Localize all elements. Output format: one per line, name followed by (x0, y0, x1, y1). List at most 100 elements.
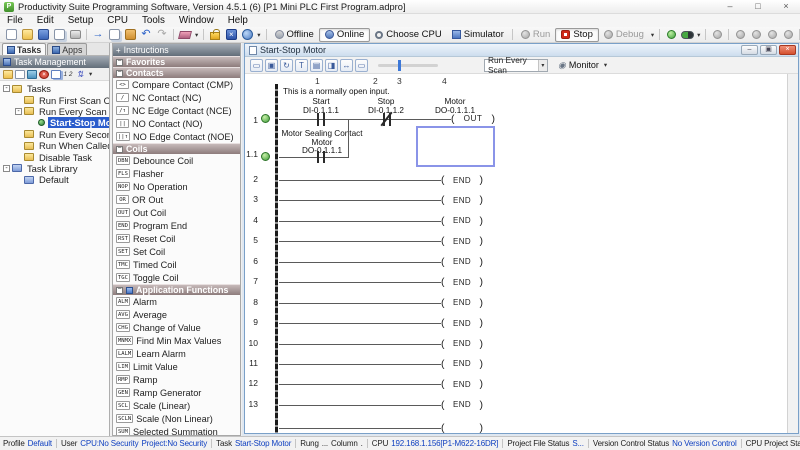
page-view-icon[interactable]: ▭ (355, 59, 368, 72)
ladder-rung[interactable]: 10 END (245, 334, 787, 354)
end-coil[interactable]: END (441, 174, 483, 186)
fit-width-icon[interactable]: ↔ (340, 59, 353, 72)
cross-reference-icon[interactable] (239, 28, 255, 42)
zoom-slider-handle[interactable] (398, 60, 401, 71)
end-coil[interactable]: END (441, 276, 483, 288)
add-task-folder-icon[interactable] (3, 70, 13, 79)
end-coil[interactable]: END (441, 256, 483, 268)
instruction-item[interactable]: FLS Flasher (113, 167, 240, 180)
rung-comment-icon[interactable]: ▤ (310, 59, 323, 72)
paste-icon[interactable] (122, 28, 138, 42)
no-contact-symbol[interactable] (323, 113, 325, 126)
instruction-item[interactable]: NOP No Operation (113, 180, 240, 193)
section-contacts[interactable]: − Contacts (113, 67, 240, 78)
end-coil[interactable]: END (441, 338, 483, 350)
tree-expander-icon[interactable]: - (15, 108, 22, 115)
monitor-caret-icon[interactable]: ▾ (602, 61, 609, 69)
transfer-icon[interactable]: → (90, 28, 106, 42)
ladder-rung[interactable]: 5 END (245, 231, 787, 251)
connection-status-icon[interactable] (663, 28, 679, 42)
ladder-rung[interactable]: 8 END (245, 293, 787, 313)
instruction-item[interactable]: DBN Debounce Coil (113, 154, 240, 167)
tree-item[interactable]: - Run Every Second (0, 129, 109, 140)
reorder-tasks-icon[interactable]: ⇅ (75, 70, 85, 79)
ladder-canvas[interactable]: 1 2 3 4 1 This is a normally open input.… (245, 74, 798, 433)
redo-icon[interactable]: ↷ (154, 28, 170, 42)
instruction-item[interactable]: ∕↑ NC Edge Contact (NCE) (113, 104, 240, 117)
undo-icon[interactable]: ↶ (138, 28, 154, 42)
instruction-item[interactable]: LALM Learn Alarm (113, 347, 240, 360)
instruction-item[interactable]: || NO Contact (NO) (113, 117, 240, 130)
ladder-rung[interactable]: 3 END (245, 190, 787, 210)
tree-item[interactable]: - Tasks (0, 83, 109, 94)
instruction-item[interactable]: END Program End (113, 219, 240, 232)
end-coil[interactable]: END (441, 358, 483, 370)
no-contact-symbol[interactable] (317, 151, 319, 163)
sort-tasks-icon[interactable]: 1 2 (63, 70, 73, 79)
menu-item[interactable]: Setup (61, 15, 101, 26)
collapse-icon[interactable]: − (116, 70, 123, 77)
instruction-item[interactable]: TMC Timed Coil (113, 258, 240, 271)
offline-button[interactable]: Offline (270, 28, 319, 42)
ladder-restore-icon[interactable]: ▣ (760, 45, 777, 55)
menu-item[interactable]: Tools (135, 15, 172, 26)
instruction-item[interactable]: OR OR Out (113, 193, 240, 206)
instruction-item[interactable]: TGC Toggle Coil (113, 271, 240, 284)
copy-task-icon[interactable] (51, 70, 61, 79)
end-coil[interactable]: END (441, 194, 483, 206)
choose-cpu-button[interactable]: Choose CPU (370, 28, 446, 42)
instruction-item[interactable]: RMP Ramp (113, 373, 240, 386)
online-button[interactable]: Online (319, 28, 370, 42)
save-project-icon[interactable] (35, 28, 51, 42)
tab-apps[interactable]: Apps (47, 43, 87, 55)
tree-expander-icon[interactable]: - (3, 85, 10, 92)
view-menu-caret-icon[interactable]: ▾ (255, 31, 262, 39)
delete-task-icon[interactable]: × (39, 70, 49, 79)
no-contact-symbol[interactable] (323, 151, 325, 163)
tree-item[interactable]: - Run When Called (0, 140, 109, 151)
tree-expander-icon[interactable]: - (3, 165, 10, 172)
menu-item[interactable]: CPU (100, 15, 135, 26)
erase-icon[interactable] (177, 28, 193, 42)
no-contact-symbol[interactable] (317, 113, 319, 126)
collapse-icon[interactable]: − (116, 59, 123, 66)
out-coil[interactable]: OUT (451, 113, 495, 125)
menu-item[interactable]: File (0, 15, 30, 26)
security-lock-icon[interactable] (207, 28, 223, 42)
select-mode-icon[interactable]: ▭ (250, 59, 263, 72)
end-coil[interactable]: END (441, 317, 483, 329)
menu-item[interactable]: Window (172, 15, 221, 26)
copy-icon[interactable] (106, 28, 122, 42)
selected-cell[interactable] (416, 126, 495, 167)
new-project-icon[interactable] (3, 28, 19, 42)
instruction-item[interactable]: AVG Average (113, 308, 240, 321)
instruction-item[interactable]: <> Compare Contact (CMP) (113, 78, 240, 91)
tree-item[interactable]: - Disable Task (0, 151, 109, 162)
ladder-rung[interactable]: 11 END (245, 354, 787, 374)
minimize-icon[interactable]: – (716, 0, 744, 13)
end-coil[interactable]: END (441, 399, 483, 411)
end-coil[interactable]: END (441, 215, 483, 227)
zoom-slider[interactable] (378, 64, 438, 67)
menu-item[interactable]: Help (221, 15, 255, 26)
section-favorites[interactable]: − Favorites (113, 56, 240, 67)
tree-item[interactable]: - Default (0, 174, 109, 185)
simulator-button[interactable]: Simulator (447, 28, 509, 42)
instruction-item[interactable]: SUM Selected Summation (113, 425, 240, 436)
tree-item[interactable]: - Run First Scan Only (0, 94, 109, 105)
instruction-item[interactable]: SCL Scale (Linear) (113, 399, 240, 412)
tree-item[interactable]: - Start-Stop Motor (0, 117, 109, 128)
open-project-icon[interactable] (19, 28, 35, 42)
ladder-close-icon[interactable]: × (779, 45, 796, 55)
instruction-item[interactable]: SCLN Scale (Non Linear) (113, 412, 240, 425)
debug-menu-caret-icon[interactable]: ▾ (649, 31, 656, 39)
dropdown-caret-icon[interactable]: ▾ (538, 60, 547, 71)
section-application-functions[interactable]: − Application Functions (113, 284, 240, 295)
collapse-icon[interactable]: − (116, 287, 123, 294)
ladder-rung[interactable]: 13 END (245, 395, 787, 415)
ladder-rung[interactable]: 7 END (245, 272, 787, 292)
end-coil[interactable]: END (441, 235, 483, 247)
ladder-rung[interactable]: 9 END (245, 313, 787, 333)
section-coils[interactable]: − Coils (113, 143, 240, 154)
monitor-toggle-icon[interactable] (679, 28, 695, 42)
